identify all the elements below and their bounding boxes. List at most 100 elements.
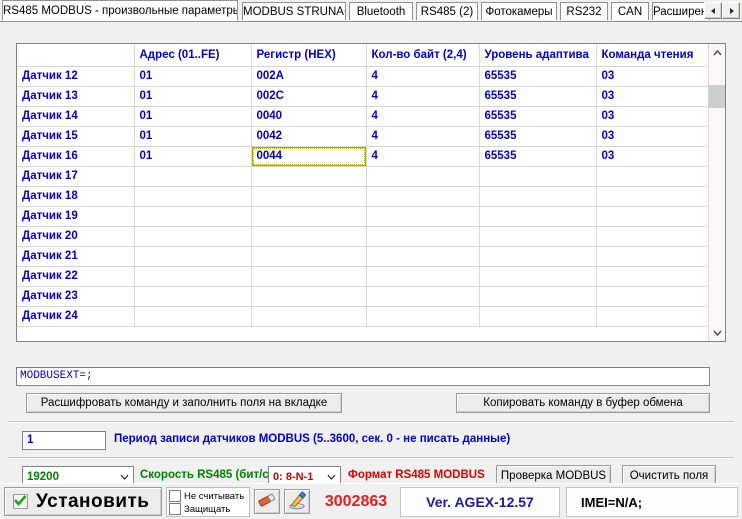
period-input[interactable]: 1 <box>22 431 106 450</box>
cell-read_cmd[interactable] <box>596 286 709 307</box>
column-header-2[interactable]: Регистр (HEX) <box>251 44 367 67</box>
cell-bytes[interactable] <box>366 186 480 207</box>
cell-level[interactable] <box>479 246 597 267</box>
cell-name[interactable]: Датчик 20 <box>17 226 135 247</box>
table-row[interactable]: Датчик 18 <box>17 186 709 207</box>
cell-read_cmd[interactable] <box>596 226 709 247</box>
checkbox-protect[interactable]: Защищать <box>169 503 230 515</box>
cell-address[interactable]: 01 <box>134 86 252 107</box>
table-row[interactable]: Датчик 24 <box>17 306 709 327</box>
table-row[interactable]: Датчик 13 01 002C 4 65535 03 <box>17 86 709 107</box>
install-checkbox[interactable] <box>13 494 28 509</box>
checkbox-do-not-read[interactable]: Не считывать <box>169 490 244 502</box>
cell-register[interactable] <box>251 266 367 287</box>
cell-level[interactable]: 65535 <box>479 86 597 107</box>
cell-bytes[interactable] <box>366 206 480 227</box>
cell-name[interactable]: Датчик 12 <box>17 66 135 87</box>
cell-name[interactable]: Датчик 21 <box>17 246 135 267</box>
cell-bytes[interactable] <box>366 246 480 267</box>
command-input[interactable]: MODBUSEXT=; <box>16 367 710 386</box>
column-header-4[interactable]: Уровень адаптива <box>479 44 597 67</box>
table-row[interactable]: Датчик 12 01 002A 4 65535 03 <box>17 66 709 87</box>
cell-level[interactable] <box>479 306 597 327</box>
table-row[interactable]: Датчик 19 <box>17 206 709 227</box>
cell-level[interactable] <box>479 206 597 227</box>
cell-name[interactable]: Датчик 16 <box>17 146 135 167</box>
cell-read_cmd[interactable]: 03 <box>596 146 709 167</box>
table-row[interactable]: Датчик 21 <box>17 246 709 267</box>
cell-level[interactable]: 65535 <box>479 126 597 147</box>
cell-read_cmd[interactable] <box>596 266 709 287</box>
cell-name[interactable]: Датчик 22 <box>17 266 135 287</box>
decode-command-button[interactable]: Расшифровать команду и заполнить поля на… <box>26 393 342 413</box>
tab-6[interactable]: CAN <box>611 2 649 20</box>
tab-scroll-next-button[interactable] <box>722 2 740 19</box>
scroll-down-button[interactable] <box>709 324 725 341</box>
cell-register[interactable]: 0044 <box>251 146 367 167</box>
column-header-0[interactable] <box>17 44 135 67</box>
cell-register[interactable] <box>251 286 367 307</box>
cell-level[interactable]: 65535 <box>479 66 597 87</box>
cell-register[interactable] <box>251 186 367 207</box>
cell-bytes[interactable] <box>366 166 480 187</box>
cell-level[interactable] <box>479 286 597 307</box>
table-row[interactable]: Датчик 14 01 0040 4 65535 03 <box>17 106 709 127</box>
scrollbar-thumb[interactable] <box>709 85 725 108</box>
cell-address[interactable] <box>134 266 252 287</box>
cell-register[interactable] <box>251 206 367 227</box>
cell-read_cmd[interactable] <box>596 246 709 267</box>
cell-name[interactable]: Датчик 14 <box>17 106 135 127</box>
cell-read_cmd[interactable] <box>596 206 709 227</box>
cell-read_cmd[interactable]: 03 <box>596 106 709 127</box>
cell-bytes[interactable]: 4 <box>366 146 480 167</box>
cell-read_cmd[interactable] <box>596 186 709 207</box>
cell-address[interactable] <box>134 166 252 187</box>
cell-register[interactable]: 0040 <box>251 106 367 127</box>
cell-register[interactable]: 002C <box>251 86 367 107</box>
cell-read_cmd[interactable] <box>596 306 709 327</box>
cell-name[interactable]: Датчик 24 <box>17 306 135 327</box>
table-row[interactable]: Датчик 17 <box>17 166 709 187</box>
table-row[interactable]: Датчик 23 <box>17 286 709 307</box>
cell-name[interactable]: Датчик 17 <box>17 166 135 187</box>
scroll-up-button[interactable] <box>709 44 725 61</box>
cell-level[interactable] <box>479 186 597 207</box>
cell-register[interactable] <box>251 246 367 267</box>
column-header-5[interactable]: Команда чтения <box>596 44 709 67</box>
cell-read_cmd[interactable]: 03 <box>596 66 709 87</box>
cell-level[interactable]: 65535 <box>479 106 597 127</box>
cell-bytes[interactable]: 4 <box>366 66 480 87</box>
cell-bytes[interactable] <box>366 306 480 327</box>
cell-address[interactable] <box>134 286 252 307</box>
cell-read_cmd[interactable]: 03 <box>596 126 709 147</box>
cell-register[interactable]: 0042 <box>251 126 367 147</box>
cell-address[interactable] <box>134 186 252 207</box>
cell-name[interactable]: Датчик 23 <box>17 286 135 307</box>
tab-2[interactable]: Bluetooth <box>349 2 413 20</box>
column-header-3[interactable]: Кол-во байт (2,4) <box>366 44 480 67</box>
cell-register[interactable] <box>251 226 367 247</box>
cell-level[interactable] <box>479 166 597 187</box>
cell-register[interactable]: 002A <box>251 66 367 87</box>
cell-address[interactable]: 01 <box>134 66 252 87</box>
cell-level[interactable] <box>479 226 597 247</box>
cell-address[interactable] <box>134 246 252 267</box>
tab-0[interactable]: RS485 MODBUS - произвольные параметры <box>2 0 238 21</box>
checkbox-box[interactable] <box>169 503 181 515</box>
cell-bytes[interactable] <box>366 266 480 287</box>
cell-register[interactable] <box>251 306 367 327</box>
cell-bytes[interactable]: 4 <box>366 106 480 127</box>
tab-1[interactable]: MODBUS STRUNA+ <box>242 2 346 20</box>
eraser-button[interactable] <box>254 489 280 514</box>
cell-address[interactable] <box>134 306 252 327</box>
cell-level[interactable]: 65535 <box>479 146 597 167</box>
cell-register[interactable] <box>251 166 367 187</box>
cell-name[interactable]: Датчик 13 <box>17 86 135 107</box>
cell-address[interactable] <box>134 206 252 227</box>
column-header-1[interactable]: Адрес (01..FE) <box>134 44 252 67</box>
cell-address[interactable]: 01 <box>134 146 252 167</box>
cell-read_cmd[interactable] <box>596 166 709 187</box>
cell-address[interactable]: 01 <box>134 126 252 147</box>
cell-read_cmd[interactable]: 03 <box>596 86 709 107</box>
table-row[interactable]: Датчик 22 <box>17 266 709 287</box>
